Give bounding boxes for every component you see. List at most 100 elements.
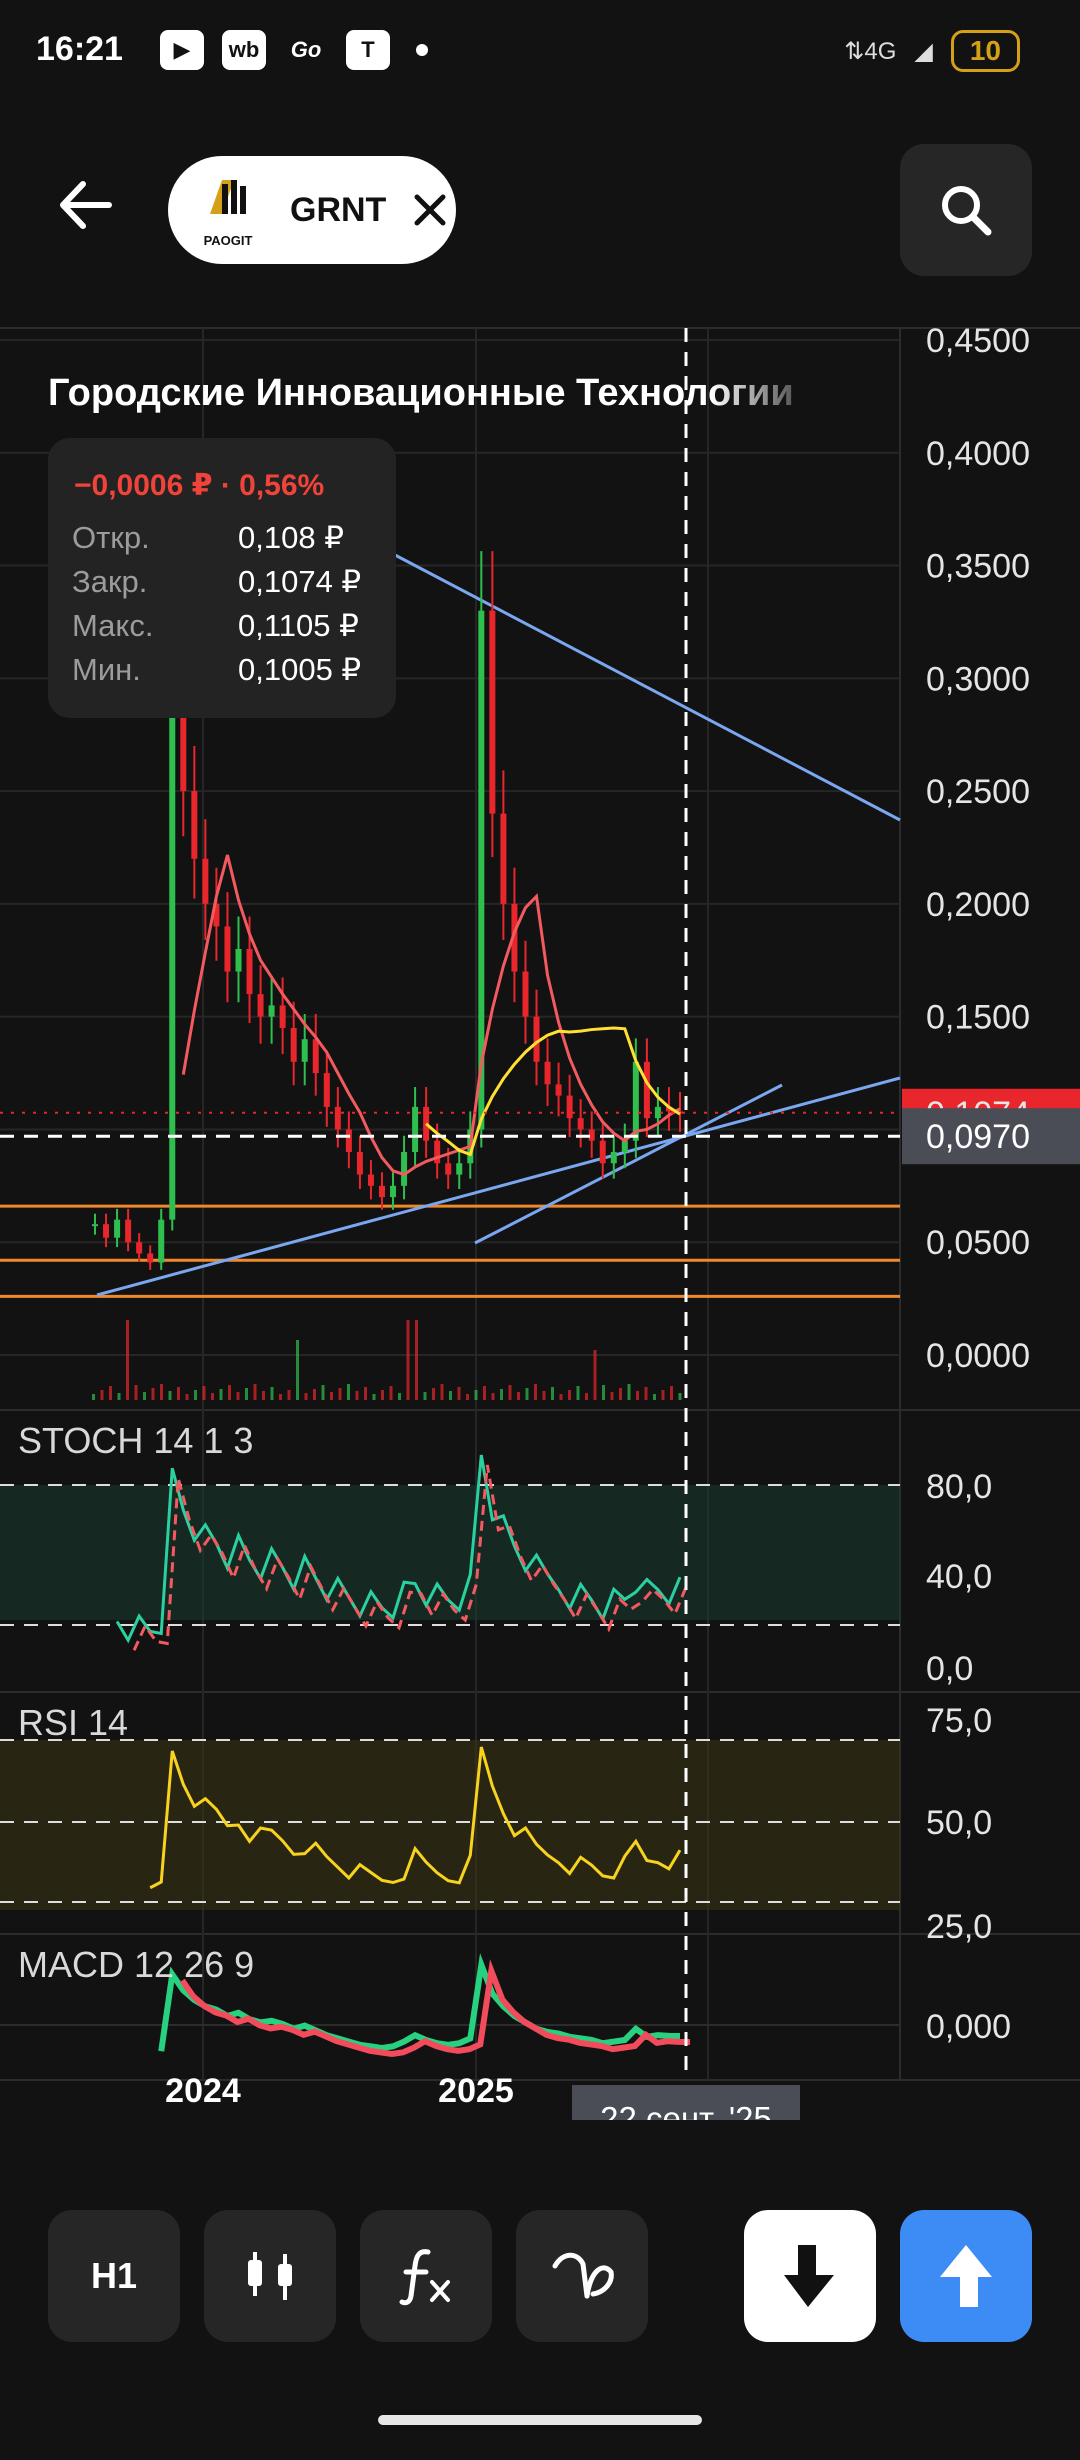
volume-bar xyxy=(559,1394,563,1400)
volume-bar xyxy=(364,1387,367,1400)
chart-type-button[interactable] xyxy=(204,2210,336,2342)
candle-body xyxy=(401,1152,408,1186)
tooltip-row-open: Откр. 0,108 ₽ xyxy=(72,520,344,555)
candle-body xyxy=(246,949,253,995)
buy-button[interactable] xyxy=(900,2210,1032,2342)
volume-bar xyxy=(92,1394,95,1400)
volume-bar xyxy=(202,1386,206,1400)
volume-bar xyxy=(117,1393,121,1400)
home-indicator xyxy=(378,2415,702,2425)
candle-body xyxy=(92,1224,98,1227)
volume-bar xyxy=(585,1393,588,1400)
candle-body xyxy=(136,1242,143,1254)
candle-body xyxy=(235,949,242,972)
crosshair-price-label: 0,0970 xyxy=(926,1118,1030,1156)
t-icon: T xyxy=(346,30,390,70)
volume-bar xyxy=(389,1386,393,1400)
indicators-button[interactable] xyxy=(360,2210,492,2342)
close-icon xyxy=(414,194,446,226)
arrow-left-icon xyxy=(60,181,112,229)
candle-body xyxy=(125,1219,132,1243)
x-tick-label: 2025 xyxy=(438,2072,514,2110)
drawing-tools-button[interactable] xyxy=(516,2210,648,2342)
candle-body xyxy=(456,1163,463,1175)
volume-bar xyxy=(100,1390,104,1400)
candle-body xyxy=(202,858,209,904)
candle-body xyxy=(643,1061,650,1119)
indicator-tick: 0,000 xyxy=(926,2008,1011,2046)
y-tick-label: 0,0500 xyxy=(926,1224,1030,1262)
volume-bar xyxy=(109,1386,112,1400)
volume-bar xyxy=(508,1385,512,1400)
volume-bar xyxy=(338,1388,342,1400)
volume-bar xyxy=(381,1390,384,1400)
trendline-resistance xyxy=(394,553,901,822)
candle-body xyxy=(279,1005,286,1028)
drawing-tool-icon xyxy=(552,2252,614,2299)
volume-bar xyxy=(347,1384,350,1400)
volume-bar xyxy=(355,1391,359,1400)
back-button[interactable] xyxy=(40,160,130,250)
status-time: 16:21 xyxy=(36,30,123,68)
candle-body xyxy=(610,1152,617,1164)
volume-bar xyxy=(211,1393,214,1400)
volume-bar xyxy=(296,1340,299,1400)
volume-bar xyxy=(534,1384,537,1400)
candle-body xyxy=(522,971,529,1017)
candle-body xyxy=(257,994,264,1017)
volume-bar xyxy=(500,1389,503,1400)
volume-bar xyxy=(304,1393,308,1400)
volume-bar xyxy=(551,1387,554,1400)
volume-bar xyxy=(415,1320,418,1400)
y-tick-label: 0,0000 xyxy=(926,1337,1030,1375)
volume-bar xyxy=(644,1387,648,1400)
y-tick-label: 0,3500 xyxy=(926,548,1030,586)
signal-icon: ◢ xyxy=(914,37,933,65)
volume-bar xyxy=(678,1393,682,1400)
battery-icon: 10 xyxy=(950,30,1020,72)
candle-body xyxy=(103,1224,110,1238)
wb-icon: wb xyxy=(222,30,266,70)
candle-body xyxy=(224,926,231,972)
volume-bar xyxy=(126,1320,129,1400)
indicator-tick: 0,0 xyxy=(926,1650,973,1688)
company-logo: PAOGIT xyxy=(188,170,268,250)
indicator-tick: 50,0 xyxy=(926,1804,992,1842)
volume-bar xyxy=(568,1390,571,1400)
stoch-label: STOCH 14 1 3 xyxy=(18,1420,254,1461)
candle-body xyxy=(367,1174,374,1186)
candle-body xyxy=(533,1016,540,1062)
volume-bar xyxy=(670,1386,673,1400)
volume-bar xyxy=(270,1387,274,1400)
search-icon xyxy=(942,186,992,236)
tooltip-row-close: Закр. 0,1074 ₽ xyxy=(72,564,362,599)
macd-label: MACD 12 26 9 xyxy=(18,1944,255,1985)
ticker-chip[interactable]: PAOGIT GRNT xyxy=(168,156,456,264)
network-icon: ⇅4G xyxy=(844,37,897,65)
volume-bar xyxy=(542,1391,546,1400)
volume-bar xyxy=(313,1389,316,1400)
volume-bar xyxy=(372,1394,376,1400)
candle-body xyxy=(500,813,507,904)
timeframe-button[interactable]: H1 xyxy=(48,2210,180,2342)
trendline-support-short xyxy=(474,1083,783,1245)
volume-bar xyxy=(491,1393,495,1400)
volume-bar xyxy=(474,1390,478,1400)
close-ticker-button[interactable] xyxy=(410,190,450,230)
ticker-label: GRNT xyxy=(290,190,387,229)
candle-body xyxy=(323,1073,330,1107)
volume-bar xyxy=(432,1388,435,1400)
candle-body xyxy=(268,1005,275,1017)
volume-bar xyxy=(143,1392,146,1400)
indicator-tick: 75,0 xyxy=(926,1702,992,1740)
x-tick-label: 2024 xyxy=(165,2072,241,2110)
volume-bar xyxy=(636,1391,639,1400)
search-button[interactable] xyxy=(900,144,1032,276)
volume-bar xyxy=(398,1393,401,1400)
candle-body xyxy=(158,1219,165,1263)
candle-body xyxy=(356,1152,363,1175)
volume-bar xyxy=(440,1384,444,1400)
y-tick-label: 0,4500 xyxy=(926,322,1030,360)
volume-bar xyxy=(321,1385,325,1400)
sell-button[interactable] xyxy=(744,2210,876,2342)
